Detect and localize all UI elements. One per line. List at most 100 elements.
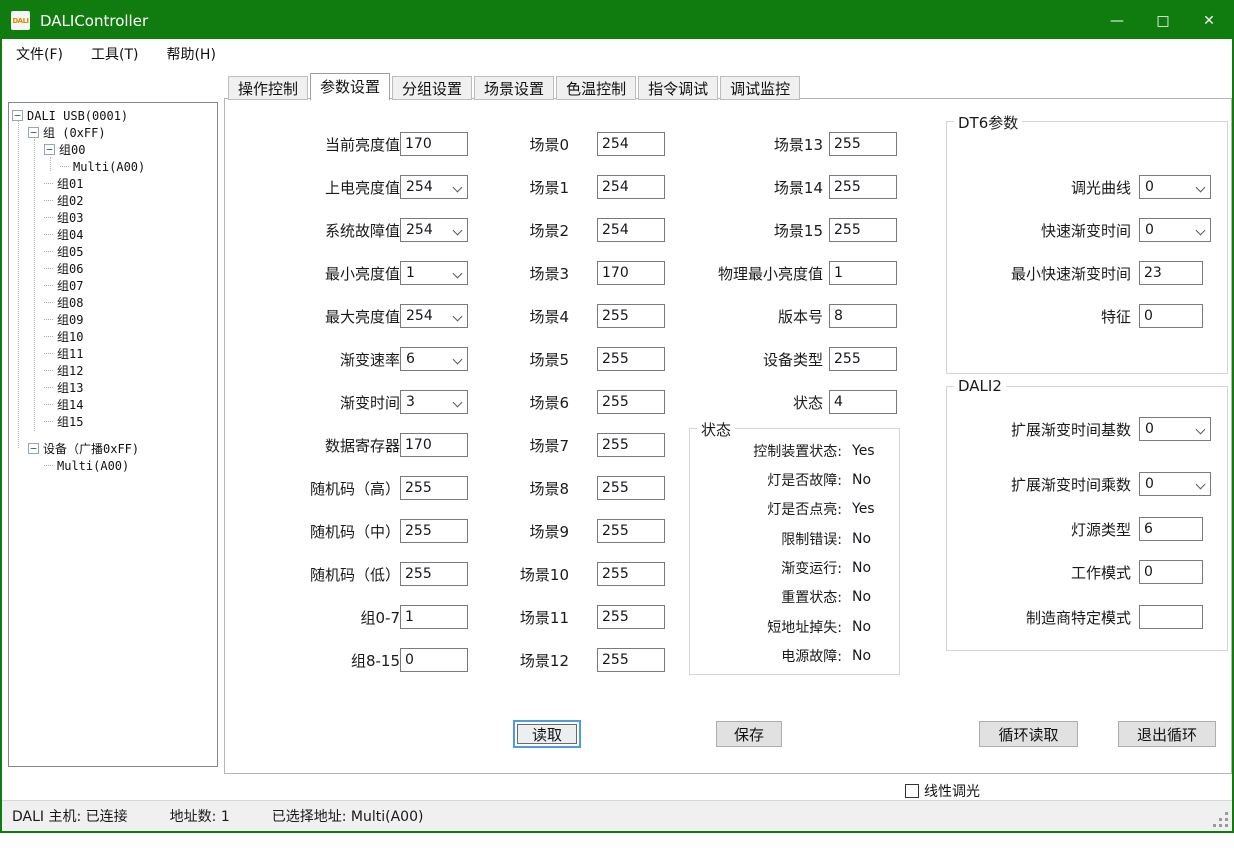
random-code-low-input[interactable] <box>400 562 468 586</box>
tree-collapse-icon[interactable]: − <box>28 127 39 138</box>
tab-operation-control[interactable]: 操作控制 <box>228 76 308 100</box>
fade-time-select[interactable]: 3 <box>400 390 468 414</box>
version-input[interactable] <box>829 304 897 328</box>
tab-strip: 操作控制 参数设置 分组设置 场景设置 色温控制 指令调试 调试监控 <box>228 73 802 100</box>
manufacturer-mode-input[interactable] <box>1139 605 1203 629</box>
status-value: No <box>852 472 871 488</box>
scene10-input[interactable] <box>597 562 665 586</box>
tab-command-debug[interactable]: 指令调试 <box>638 76 718 100</box>
tree-collapse-icon[interactable]: − <box>44 144 55 155</box>
field-label: 快速渐变时间 <box>955 220 1131 241</box>
group0-7-input[interactable] <box>400 605 468 629</box>
power-on-level-select[interactable]: 254 <box>400 175 468 199</box>
random-code-high-input[interactable] <box>400 476 468 500</box>
field-label: 上电亮度值 <box>265 177 400 198</box>
tree-item-group02[interactable]: 组02 <box>44 192 83 209</box>
tab-scene-settings[interactable]: 场景设置 <box>474 76 554 100</box>
ext-fade-time-base-select[interactable]: 0 <box>1139 417 1211 441</box>
current-level-input[interactable] <box>400 132 468 156</box>
tree-item-group-root[interactable]: −组 (0xFF) <box>28 124 106 141</box>
field-label: 扩展渐变时间基数 <box>955 419 1131 440</box>
tab-parameter-settings[interactable]: 参数设置 <box>310 73 390 101</box>
tree-item-group09[interactable]: 组09 <box>44 311 83 328</box>
loop-read-button[interactable]: 循环读取 <box>979 721 1078 747</box>
close-icon[interactable]: ✕ <box>1186 2 1232 39</box>
operating-mode-input[interactable] <box>1139 560 1203 584</box>
field-label: 组8-15 <box>265 650 400 671</box>
tree-item-group08[interactable]: 组08 <box>44 294 83 311</box>
tree-item-group10[interactable]: 组10 <box>44 328 83 345</box>
menu-file[interactable]: 文件(F) <box>2 40 77 68</box>
tree-item-multi-a00-device[interactable]: Multi(A00) <box>44 457 129 474</box>
tree-connector <box>44 268 53 269</box>
tree-item-group03[interactable]: 组03 <box>44 209 83 226</box>
combo-value: 0 <box>1145 222 1154 238</box>
tree-item-group12[interactable]: 组12 <box>44 362 83 379</box>
tree-item-group14[interactable]: 组14 <box>44 396 83 413</box>
resize-grip-icon[interactable] <box>1225 824 1228 827</box>
light-source-type-input[interactable] <box>1139 517 1203 541</box>
minimize-icon[interactable]: — <box>1094 2 1140 39</box>
chevron-down-icon <box>453 226 462 235</box>
device-type-input[interactable] <box>829 347 897 371</box>
tree-item-group01[interactable]: 组01 <box>44 175 83 192</box>
read-button[interactable]: 读取 <box>513 720 581 748</box>
tree-item-device-broadcast[interactable]: −设备（广播0xFF) <box>28 440 139 457</box>
fade-rate-select[interactable]: 6 <box>400 347 468 371</box>
status-value-input[interactable] <box>829 390 897 414</box>
random-code-mid-input[interactable] <box>400 519 468 543</box>
chevron-down-icon <box>1196 480 1205 489</box>
tree-guide <box>50 157 51 171</box>
tree-item-multi-a00[interactable]: Multi(A00) <box>60 158 145 175</box>
tab-debug-monitor[interactable]: 调试监控 <box>720 76 800 100</box>
tree-item-group11[interactable]: 组11 <box>44 345 83 362</box>
physical-min-level-input[interactable] <box>829 261 897 285</box>
fast-fade-time-select[interactable]: 0 <box>1139 218 1211 242</box>
linear-dimming-checkbox[interactable] <box>905 784 919 798</box>
scene14-input[interactable] <box>829 175 897 199</box>
tree-item-group04[interactable]: 组04 <box>44 226 83 243</box>
tree-collapse-icon[interactable]: − <box>28 443 39 454</box>
scene15-input[interactable] <box>829 218 897 242</box>
group8-15-input[interactable] <box>400 648 468 672</box>
tab-grouping-settings[interactable]: 分组设置 <box>392 76 472 100</box>
exit-loop-button[interactable]: 退出循环 <box>1118 721 1216 747</box>
dimming-curve-select[interactable]: 0 <box>1139 175 1211 199</box>
menu-help[interactable]: 帮助(H) <box>152 40 229 68</box>
tree-connector <box>44 217 53 218</box>
scene7-input[interactable] <box>597 433 665 457</box>
scene12-input[interactable] <box>597 648 665 672</box>
min-fast-fade-time-input[interactable] <box>1139 261 1203 285</box>
max-level-select[interactable]: 254 <box>400 304 468 328</box>
tree-item-label: 组09 <box>57 311 83 328</box>
scene8-input[interactable] <box>597 476 665 500</box>
tree-item-dali-usb[interactable]: −DALI USB(0001) <box>12 107 128 124</box>
system-failure-level-select[interactable]: 254 <box>400 218 468 242</box>
scene13-input[interactable] <box>829 132 897 156</box>
status-group: 状态 控制装置状态:Yes 灯是否故障:No 灯是否点亮:Yes 限制错误:No… <box>689 428 900 675</box>
title-bar: DALI DALIController — □ ✕ <box>2 2 1232 39</box>
scene9-input[interactable] <box>597 519 665 543</box>
menu-tools[interactable]: 工具(T) <box>77 40 152 68</box>
tree-item-label: 组03 <box>57 209 83 226</box>
scene11-input[interactable] <box>597 605 665 629</box>
ext-fade-time-multiplier-select[interactable]: 0 <box>1139 472 1211 496</box>
tree-item-group13[interactable]: 组13 <box>44 379 83 396</box>
tab-color-temp-control[interactable]: 色温控制 <box>556 76 636 100</box>
combo-value: 254 <box>406 222 433 238</box>
features-input[interactable] <box>1139 304 1203 328</box>
field-label: 场景5 <box>469 349 569 370</box>
data-register-input[interactable] <box>400 433 468 457</box>
save-button[interactable]: 保存 <box>716 721 782 747</box>
dali2-group-title: DALI2 <box>954 377 1006 395</box>
tree-collapse-icon[interactable]: − <box>12 110 23 121</box>
tree-item-group07[interactable]: 组07 <box>44 277 83 294</box>
tree-item-group15[interactable]: 组15 <box>44 413 83 430</box>
min-level-select[interactable]: 1 <box>400 261 468 285</box>
tree-item-group05[interactable]: 组05 <box>44 243 83 260</box>
combo-value: 0 <box>1145 476 1154 492</box>
tree-item-group00[interactable]: −组00 <box>44 141 85 158</box>
statusbar-host: DALI 主机: 已连接 <box>12 806 128 826</box>
tree-item-group06[interactable]: 组06 <box>44 260 83 277</box>
maximize-icon[interactable]: □ <box>1140 2 1186 39</box>
